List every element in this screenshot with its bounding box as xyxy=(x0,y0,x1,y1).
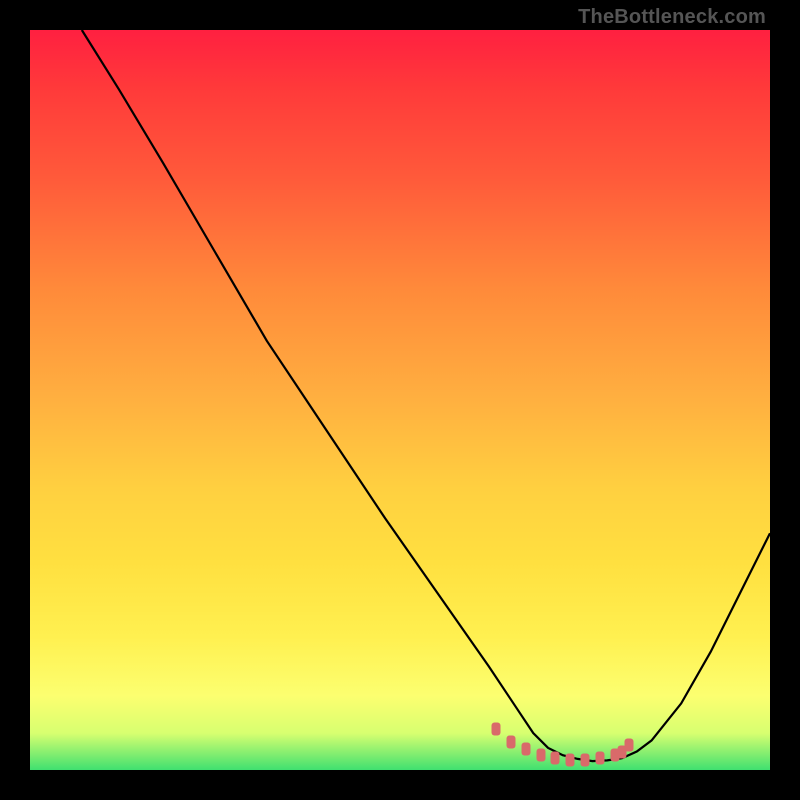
marker-point xyxy=(595,752,604,765)
marker-point xyxy=(566,753,575,766)
marker-point xyxy=(536,749,545,762)
marker-point xyxy=(581,753,590,766)
marker-point xyxy=(521,743,530,756)
marker-point xyxy=(625,738,634,751)
marker-point xyxy=(507,735,516,748)
marker-point xyxy=(551,752,560,765)
marker-point xyxy=(492,723,501,736)
plot-area xyxy=(30,30,770,770)
watermark-text: TheBottleneck.com xyxy=(578,6,766,29)
marker-layer xyxy=(30,30,770,770)
